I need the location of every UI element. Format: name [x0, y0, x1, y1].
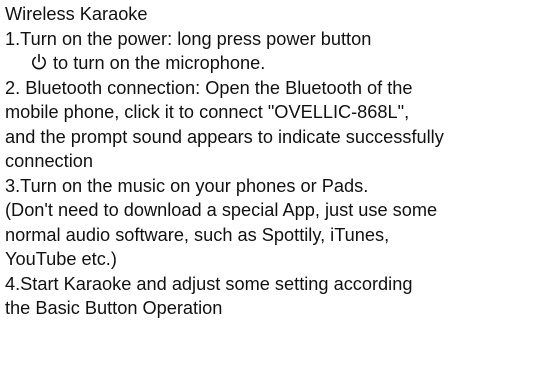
step-4-line-1: 4.Start Karaoke and adjust some setting … [5, 273, 413, 294]
step-2-line-4: connection [5, 151, 93, 171]
step-2-line-2: mobile phone, click it to connect "OVELL… [5, 102, 410, 122]
step-3-line-4: YouTube etc.) [5, 249, 117, 269]
step-1-line-2: to turn on the microphone. [5, 51, 545, 76]
power-icon [31, 53, 47, 71]
step-1-line-1: 1.Turn on the power: long press power bu… [5, 28, 372, 49]
step-2-line-3: and the prompt sound appears to indicate… [5, 126, 444, 147]
step-3-line-3: normal audio software, such as Spottily,… [5, 224, 390, 245]
document-title: Wireless Karaoke [5, 4, 148, 24]
step-3-line-2: (Don't need to download a special App, j… [5, 200, 438, 220]
step-1-line-2-text: to turn on the microphone. [53, 53, 266, 73]
step-4-line-2: the Basic Button Operation [5, 298, 223, 318]
step-2-line-1: 2. Bluetooth connection: Open the Blueto… [5, 77, 413, 98]
instructions-document: Wireless Karaoke 1.Turn on the power: lo… [5, 2, 545, 321]
step-3-line-1: 3.Turn on the music on your phones or Pa… [5, 175, 369, 196]
